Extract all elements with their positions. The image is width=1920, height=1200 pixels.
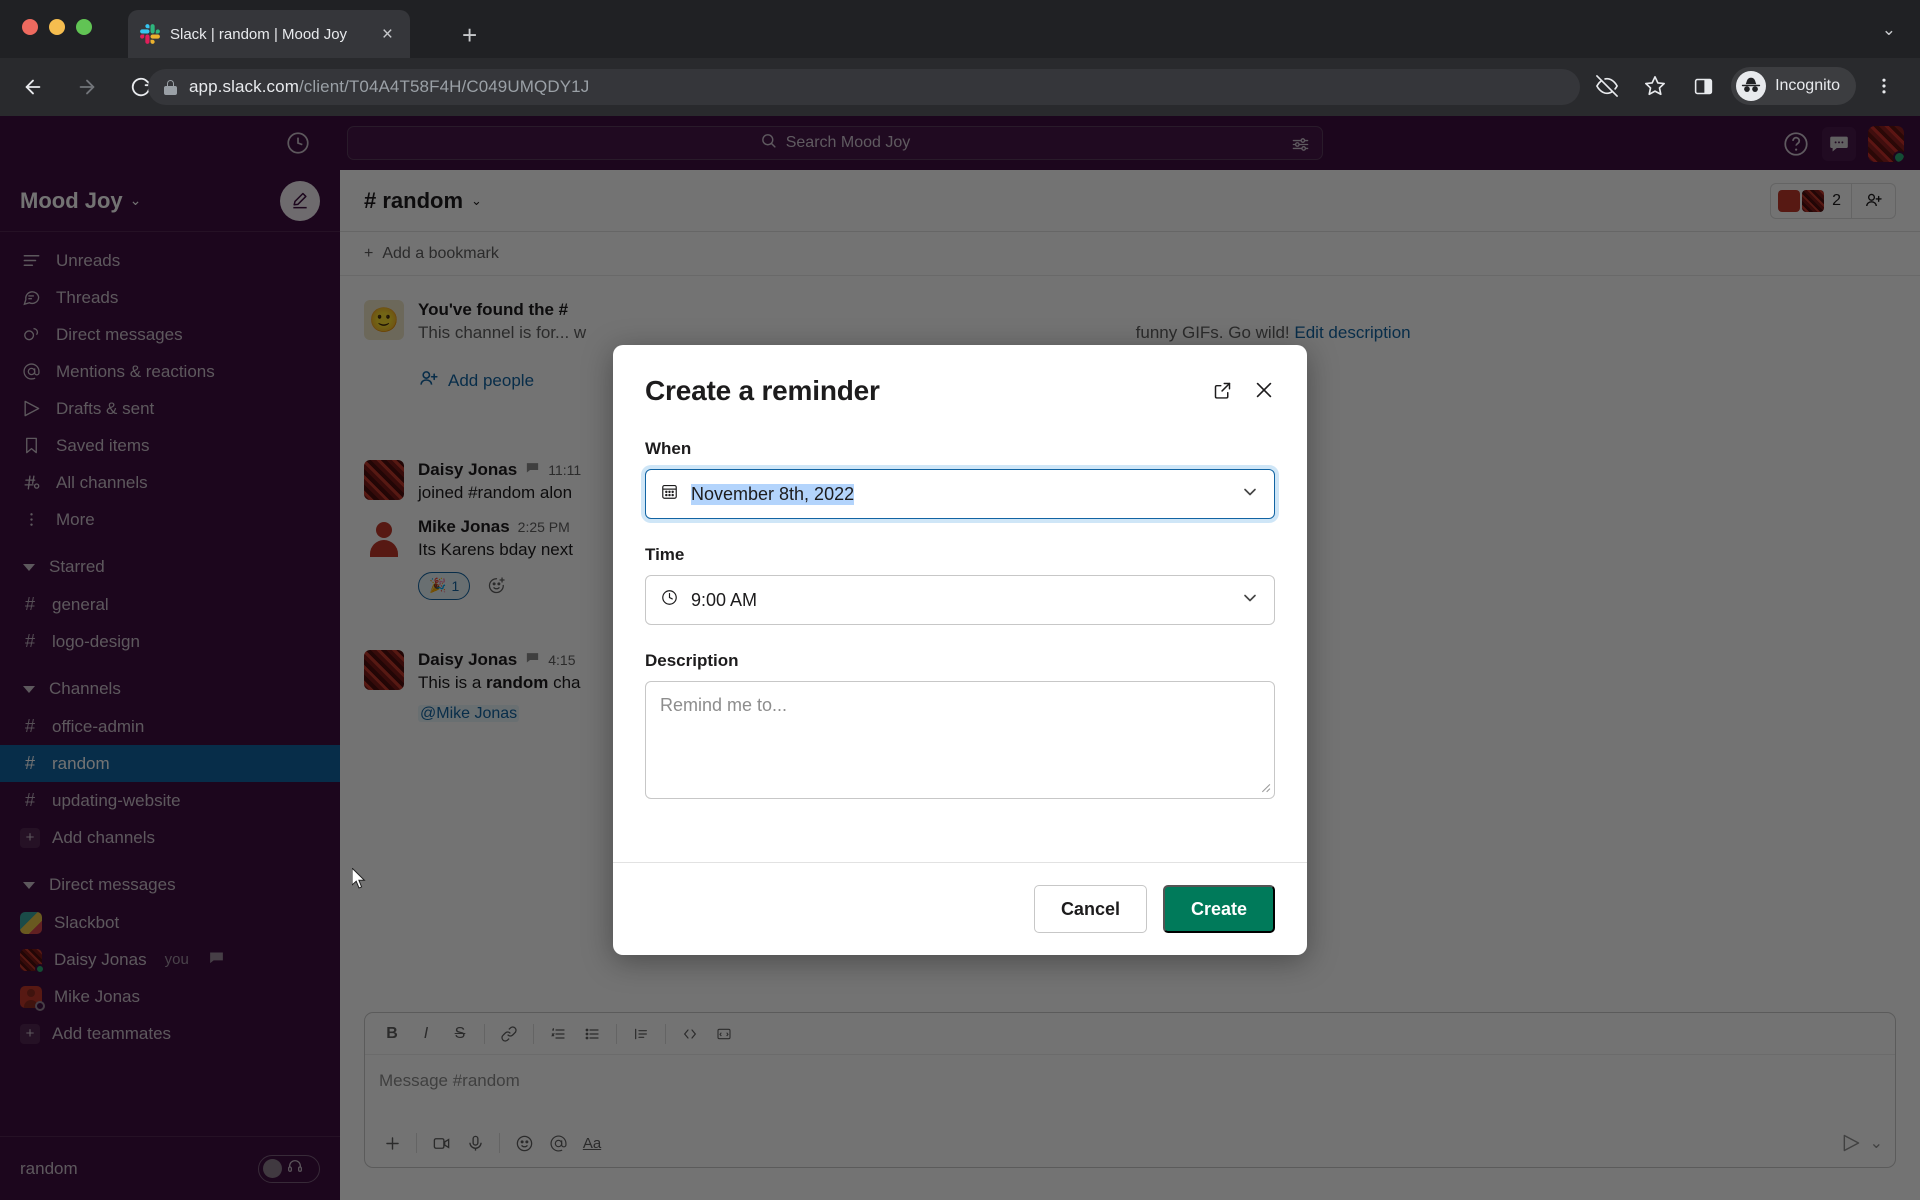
browser-tab-strip: Slack | random | Mood Joy × + ⌄	[0, 0, 1920, 58]
chevron-down-icon[interactable]	[1240, 482, 1260, 506]
toolbar-icons: Incognito	[1587, 66, 1904, 106]
mouse-cursor	[351, 866, 368, 890]
when-date-value: November 8th, 2022	[691, 483, 855, 505]
dialog-footer: Cancel Create	[613, 862, 1307, 955]
chevron-down-icon[interactable]	[1240, 588, 1260, 612]
description-label: Description	[645, 651, 739, 670]
time-select[interactable]: 9:00 AM	[645, 575, 1275, 625]
open-in-new-icon[interactable]	[1212, 380, 1233, 406]
close-tab-button[interactable]: ×	[377, 23, 398, 46]
description-placeholder: Remind me to...	[660, 695, 788, 715]
dialog-body: When November 8th, 2022 Time 9:00 AM Des…	[613, 407, 1307, 862]
minimize-window-button[interactable]	[49, 19, 65, 35]
profile-label: Incognito	[1775, 77, 1840, 94]
back-arrow-icon[interactable]	[12, 66, 54, 108]
time-value: 9:00 AM	[691, 589, 758, 610]
address-bar[interactable]: app.slack.com/client/T04A4T58F4H/C049UMQ…	[148, 69, 1580, 105]
incognito-avatar-icon	[1736, 71, 1767, 101]
slack-favicon-icon	[140, 24, 160, 44]
tab-search-chevron-down-icon[interactable]: ⌄	[1882, 20, 1896, 40]
profile-incognito-button[interactable]: Incognito	[1731, 67, 1856, 105]
description-textarea[interactable]: Remind me to...	[645, 681, 1275, 799]
url-path: /client/T04A4T58F4H/C049UMQDY1J	[298, 77, 590, 96]
close-window-button[interactable]	[22, 19, 38, 35]
side-panel-icon[interactable]	[1683, 66, 1723, 106]
dialog-title: Create a reminder	[645, 375, 880, 406]
browser-menu-kebab-icon[interactable]	[1864, 66, 1904, 106]
new-tab-button[interactable]: +	[462, 22, 477, 48]
resize-handle[interactable]	[1258, 780, 1271, 796]
window-traffic-lights	[22, 19, 92, 35]
url-domain: app.slack.com	[189, 77, 299, 96]
browser-toolbar: app.slack.com/client/T04A4T58F4H/C049UMQ…	[0, 58, 1920, 116]
bookmark-star-icon[interactable]	[1635, 66, 1675, 106]
forward-arrow-icon[interactable]	[66, 66, 108, 108]
close-x-icon[interactable]	[1253, 379, 1275, 406]
maximize-window-button[interactable]	[76, 19, 92, 35]
browser-tab-title: Slack | random | Mood Joy	[170, 25, 348, 43]
time-label: Time	[645, 545, 685, 564]
calendar-icon	[660, 482, 679, 506]
when-date-select[interactable]: November 8th, 2022	[645, 469, 1275, 519]
create-button[interactable]: Create	[1162, 885, 1275, 933]
lock-icon	[164, 79, 177, 95]
address-bar-url: app.slack.com/client/T04A4T58F4H/C049UMQ…	[189, 77, 589, 97]
browser-tab[interactable]: Slack | random | Mood Joy ×	[128, 10, 410, 58]
cancel-button[interactable]: Cancel	[1033, 885, 1147, 933]
clock-icon	[660, 588, 679, 612]
dialog-header: Create a reminder	[613, 345, 1307, 407]
no-tracking-eye-icon[interactable]	[1587, 66, 1627, 106]
when-label: When	[645, 439, 692, 458]
create-reminder-dialog: Create a reminder When November 8th, 202…	[613, 345, 1307, 955]
